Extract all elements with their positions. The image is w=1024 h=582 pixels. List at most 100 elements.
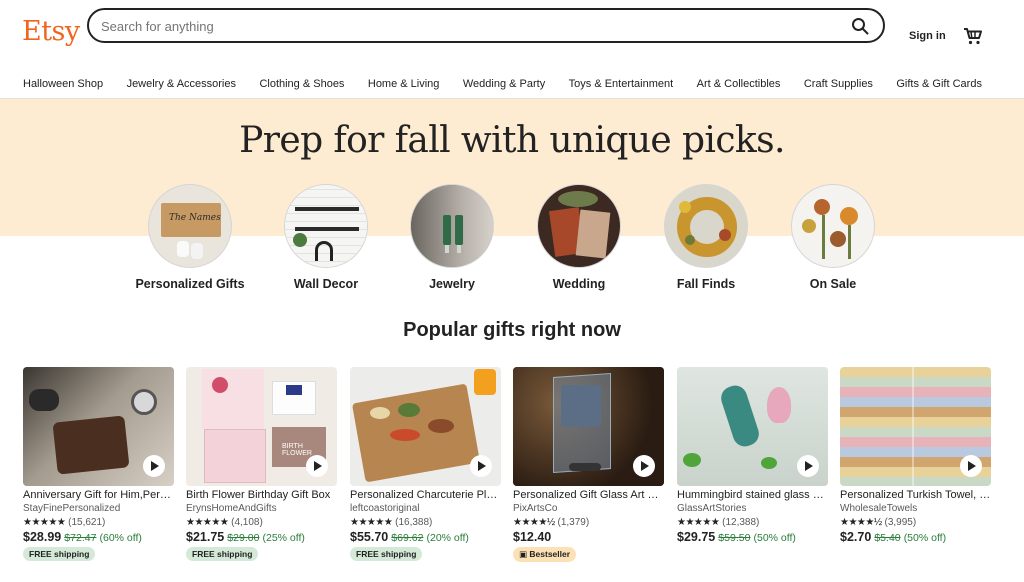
review-count: (3,995) bbox=[884, 517, 917, 528]
section-title: Popular gifts right now bbox=[403, 319, 621, 341]
price-row: $29.75 $59.50 (50% off) bbox=[677, 530, 828, 544]
shop-name: StayFinePersonalized bbox=[23, 503, 121, 514]
category-label: Fall Finds bbox=[676, 277, 736, 291]
product-card[interactable]: Hummingbird stained glass suncatcher Gla… bbox=[677, 367, 828, 544]
price: $2.70 bbox=[840, 530, 872, 544]
shop-name: leftcoastoriginal bbox=[350, 503, 420, 514]
category-image[interactable] bbox=[664, 184, 748, 268]
rating: ★★★★★ (16,388) bbox=[350, 517, 501, 528]
category-image[interactable] bbox=[410, 184, 494, 268]
product-title[interactable]: Anniversary Gift for Him,Personalized Wa… bbox=[23, 489, 174, 501]
rating: ★★★★★ (4,108) bbox=[186, 517, 337, 528]
star-rating-icon: ★★★★½ bbox=[840, 517, 882, 528]
discount: (50% off) bbox=[753, 532, 796, 544]
product-image[interactable] bbox=[513, 367, 664, 486]
product-card[interactable]: BIRTH FLOWER Birth Flower Birthday Gift B… bbox=[186, 367, 337, 562]
product-card[interactable]: Personalized Charcuterie Platter leftcoa… bbox=[350, 367, 501, 562]
nav-item-gifts-gift-cards[interactable]: Gifts & Gift Cards bbox=[896, 72, 982, 98]
original-price: $69.62 bbox=[391, 532, 424, 544]
discount: (60% off) bbox=[99, 532, 142, 544]
star-rating-icon: ★★★★★ bbox=[23, 517, 66, 528]
sign-in-link[interactable]: Sign in bbox=[909, 30, 946, 42]
play-video-icon[interactable] bbox=[797, 455, 819, 477]
original-price: $72.47 bbox=[64, 532, 97, 544]
category-fall-finds[interactable]: Fall Finds bbox=[641, 184, 771, 291]
play-video-icon[interactable] bbox=[470, 455, 492, 477]
product-image[interactable] bbox=[23, 367, 174, 486]
price: $28.99 bbox=[23, 530, 62, 544]
play-video-icon[interactable] bbox=[143, 455, 165, 477]
shop-name: GlassArtStories bbox=[677, 503, 747, 514]
nav-item-home-living[interactable]: Home & Living bbox=[368, 72, 440, 98]
price-row: $21.75 $29.00 (25% off) bbox=[186, 530, 337, 544]
product-title[interactable]: Personalized Turkish Towel, Beach Towel bbox=[840, 489, 991, 501]
review-count: (12,388) bbox=[722, 517, 760, 528]
category-image[interactable] bbox=[537, 184, 621, 268]
review-count: (15,621) bbox=[68, 517, 106, 528]
price-row: $55.70 $69.62 (20% off) bbox=[350, 530, 501, 544]
search-input[interactable] bbox=[101, 16, 821, 36]
product-image[interactable] bbox=[677, 367, 828, 486]
search-bar[interactable] bbox=[87, 8, 885, 43]
category-wedding[interactable]: Wedding bbox=[514, 184, 644, 291]
product-card[interactable]: Personalized Gift Glass Art Frame PixArt… bbox=[513, 367, 664, 562]
category-jewelry[interactable]: Jewelry bbox=[387, 184, 517, 291]
category-label: Jewelry bbox=[429, 277, 475, 291]
play-video-icon[interactable] bbox=[306, 455, 328, 477]
category-personalized-gifts[interactable]: The Names Personalized Gifts bbox=[125, 184, 255, 291]
product-title[interactable]: Birth Flower Birthday Gift Box bbox=[186, 489, 337, 501]
original-price: $29.00 bbox=[227, 532, 260, 544]
free-shipping-badge: FREE shipping bbox=[350, 547, 423, 561]
shop-name: ErynsHomeAndGifts bbox=[186, 503, 277, 514]
category-nav: Halloween Shop Jewelry & Accessories Clo… bbox=[0, 72, 1024, 99]
category-wall-decor[interactable]: Wall Decor bbox=[261, 184, 391, 291]
header: Etsy Sign in bbox=[0, 0, 1024, 64]
nav-item-halloween-shop[interactable]: Halloween Shop bbox=[23, 72, 103, 98]
category-image[interactable] bbox=[791, 184, 875, 268]
rating: ★★★★★ (12,388) bbox=[677, 517, 828, 528]
category-label: Wall Decor bbox=[293, 277, 359, 291]
nav-item-clothing-shoes[interactable]: Clothing & Shoes bbox=[259, 72, 344, 98]
product-card[interactable]: Anniversary Gift for Him,Personalized Wa… bbox=[23, 367, 174, 562]
original-price: $5.40 bbox=[874, 532, 901, 544]
nav-item-craft-supplies[interactable]: Craft Supplies bbox=[804, 72, 873, 98]
price-row: $2.70 $5.40 (50% off) bbox=[840, 530, 991, 544]
category-on-sale[interactable]: On Sale bbox=[768, 184, 898, 291]
category-label: Wedding bbox=[552, 277, 606, 291]
etsy-logo[interactable]: Etsy bbox=[22, 16, 80, 47]
product-image[interactable]: BIRTH FLOWER bbox=[186, 367, 337, 486]
rating: ★★★★★ (15,621) bbox=[23, 517, 174, 528]
star-rating-icon: ★★★★★ bbox=[677, 517, 720, 528]
product-image[interactable] bbox=[840, 367, 991, 486]
review-count: (4,108) bbox=[231, 517, 263, 528]
nav-item-wedding-party[interactable]: Wedding & Party bbox=[463, 72, 545, 98]
product-title[interactable]: Personalized Gift Glass Art Frame bbox=[513, 489, 664, 501]
price: $29.75 bbox=[677, 530, 716, 544]
search-icon[interactable] bbox=[851, 17, 869, 35]
price-row: $28.99 $72.47 (60% off) bbox=[23, 530, 174, 544]
product-image[interactable] bbox=[350, 367, 501, 486]
nav-item-art-collectibles[interactable]: Art & Collectibles bbox=[697, 72, 781, 98]
star-rating-icon: ★★★★★ bbox=[186, 517, 229, 528]
play-video-icon[interactable] bbox=[960, 455, 982, 477]
product-title[interactable]: Personalized Charcuterie Platter bbox=[350, 489, 501, 501]
price: $55.70 bbox=[350, 530, 389, 544]
rating: ★★★★½ (3,995) bbox=[840, 517, 991, 528]
review-count: (1,379) bbox=[557, 517, 590, 528]
nav-item-jewelry-accessories[interactable]: Jewelry & Accessories bbox=[127, 72, 236, 98]
category-image[interactable] bbox=[284, 184, 368, 268]
price: $12.40 bbox=[513, 530, 552, 544]
product-title[interactable]: Hummingbird stained glass suncatcher bbox=[677, 489, 828, 501]
category-image[interactable]: The Names bbox=[148, 184, 232, 268]
free-shipping-badge: FREE shipping bbox=[186, 547, 259, 561]
nav-item-toys-entertainment[interactable]: Toys & Entertainment bbox=[569, 72, 674, 98]
free-shipping-badge: FREE shipping bbox=[23, 547, 96, 561]
product-card[interactable]: Personalized Turkish Towel, Beach Towel … bbox=[840, 367, 991, 544]
rating: ★★★★½ (1,379) bbox=[513, 517, 664, 528]
star-rating-icon: ★★★★★ bbox=[350, 517, 393, 528]
play-video-icon[interactable] bbox=[633, 455, 655, 477]
discount: (50% off) bbox=[903, 532, 947, 544]
category-label: Personalized Gifts bbox=[135, 277, 245, 291]
original-price: $59.50 bbox=[718, 532, 751, 544]
cart-icon[interactable] bbox=[963, 27, 983, 45]
